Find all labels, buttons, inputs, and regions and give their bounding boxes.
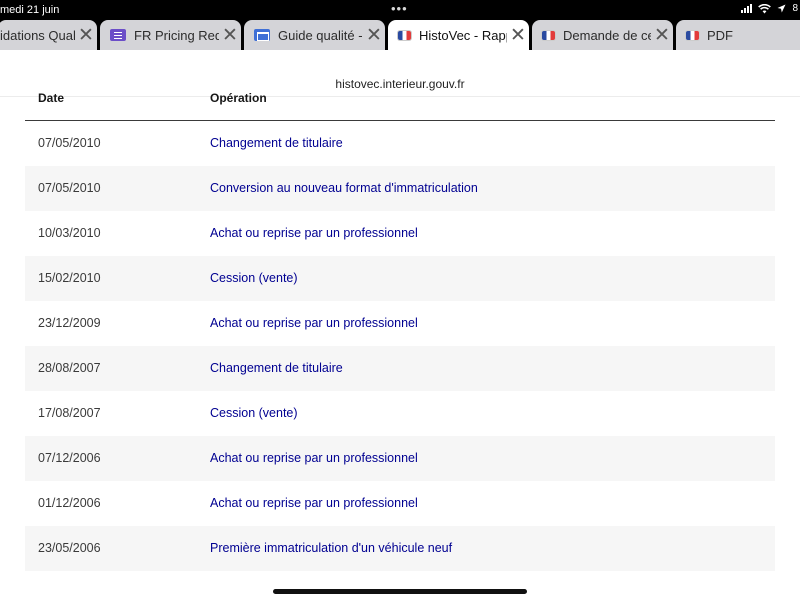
row-operation-link[interactable]: Conversion au nouveau format d'immatricu… xyxy=(210,181,478,195)
table-row: 07/05/2010 Conversion au nouveau format d… xyxy=(25,166,775,211)
tab-1[interactable]: idations Quali ✕ xyxy=(0,20,97,50)
close-tab-icon[interactable]: ✕ xyxy=(507,26,529,45)
close-tab-icon[interactable]: ✕ xyxy=(75,26,97,45)
row-date: 01/12/2006 xyxy=(38,496,101,510)
status-icons: 8 xyxy=(741,3,798,14)
row-operation-link[interactable]: Achat ou reprise par un professionnel xyxy=(210,451,418,465)
row-operation-link[interactable]: Changement de titulaire xyxy=(210,136,343,150)
row-date: 23/12/2009 xyxy=(38,316,101,330)
row-operation-link[interactable]: Changement de titulaire xyxy=(210,361,343,375)
multitask-dots[interactable]: ••• xyxy=(391,1,408,16)
table-row: 17/08/2007 Cession (vente) xyxy=(25,391,775,436)
row-date: 28/08/2007 xyxy=(38,361,101,375)
tab-4-active[interactable]: HistoVec - Rappo ✕ xyxy=(388,20,529,50)
tab-label: Guide qualité - C xyxy=(278,27,363,43)
table-row: 15/02/2010 Cession (vente) xyxy=(25,256,775,301)
close-tab-icon[interactable]: ✕ xyxy=(795,26,800,45)
status-date: medi 21 juin xyxy=(0,4,60,16)
row-operation-link[interactable]: Achat ou reprise par un professionnel xyxy=(210,496,418,510)
tab-strip: idations Quali ✕ FR Pricing Reque ✕ Guid… xyxy=(0,20,800,50)
table-body: 07/05/2010 Changement de titulaire 07/05/2… xyxy=(25,121,775,571)
row-operation-link[interactable]: Achat ou reprise par un professionnel xyxy=(210,316,418,330)
header-operation: Opération xyxy=(210,91,267,105)
table-row: 07/05/2010 Changement de titulaire xyxy=(25,121,775,166)
header-date: Date xyxy=(38,91,65,105)
table-row: 23/05/2006 Première immatriculation d'un … xyxy=(25,526,775,571)
address-bar[interactable]: histovec.interieur.gouv.fr xyxy=(0,50,800,97)
tab-label: PDF xyxy=(707,27,733,43)
row-date: 23/05/2006 xyxy=(38,541,101,555)
form-icon xyxy=(110,29,126,41)
wifi-icon xyxy=(758,3,772,13)
row-operation-link[interactable]: Cession (vente) xyxy=(210,271,298,285)
status-bar: medi 21 juin ••• 8 xyxy=(0,0,800,20)
table-row: 07/12/2006 Achat ou reprise par un profes… xyxy=(25,436,775,481)
url-text[interactable]: histovec.interieur.gouv.fr xyxy=(0,77,800,91)
page-content: Date Opération 07/05/2010 Changement de t… xyxy=(0,91,800,600)
tab-3[interactable]: Guide qualité - C ✕ xyxy=(244,20,385,50)
flag-icon xyxy=(398,30,411,40)
cellular-signal-icon xyxy=(741,4,753,13)
row-operation-link[interactable]: Achat ou reprise par un professionnel xyxy=(210,226,418,240)
table-row: 28/08/2007 Changement de titulaire xyxy=(25,346,775,391)
tab-label: FR Pricing Reque xyxy=(134,27,219,43)
home-indicator[interactable] xyxy=(273,589,527,594)
row-date: 15/02/2010 xyxy=(38,271,101,285)
battery-level: 8 xyxy=(792,3,798,14)
row-operation-link[interactable]: Première immatriculation d'un véhicule n… xyxy=(210,541,452,555)
row-date: 07/05/2010 xyxy=(38,181,101,195)
tab-label: HistoVec - Rappo xyxy=(419,27,507,43)
close-tab-icon[interactable]: ✕ xyxy=(363,26,385,45)
tab-label: Demande de cer xyxy=(563,27,651,43)
doc-icon xyxy=(254,29,270,41)
table-row: 01/12/2006 Achat ou reprise par un profes… xyxy=(25,481,775,526)
row-date: 07/12/2006 xyxy=(38,451,101,465)
table-row: 10/03/2010 Achat ou reprise par un profes… xyxy=(25,211,775,256)
row-date: 07/05/2010 xyxy=(38,136,101,150)
row-date: 10/03/2010 xyxy=(38,226,101,240)
table-header: Date Opération xyxy=(25,91,775,121)
flag-icon xyxy=(542,30,555,40)
tab-6[interactable]: PDF ✕ xyxy=(676,20,800,50)
history-table: Date Opération 07/05/2010 Changement de t… xyxy=(25,91,775,571)
table-row: 23/12/2009 Achat ou reprise par un profes… xyxy=(25,301,775,346)
close-tab-icon[interactable]: ✕ xyxy=(651,26,673,45)
tab-5[interactable]: Demande de cer ✕ xyxy=(532,20,673,50)
row-operation-link[interactable]: Cession (vente) xyxy=(210,406,298,420)
tab-2[interactable]: FR Pricing Reque ✕ xyxy=(100,20,241,50)
row-date: 17/08/2007 xyxy=(38,406,101,420)
close-tab-icon[interactable]: ✕ xyxy=(219,26,241,45)
tab-label: idations Quali xyxy=(0,27,75,43)
location-icon xyxy=(777,4,786,13)
flag-icon xyxy=(686,30,699,40)
